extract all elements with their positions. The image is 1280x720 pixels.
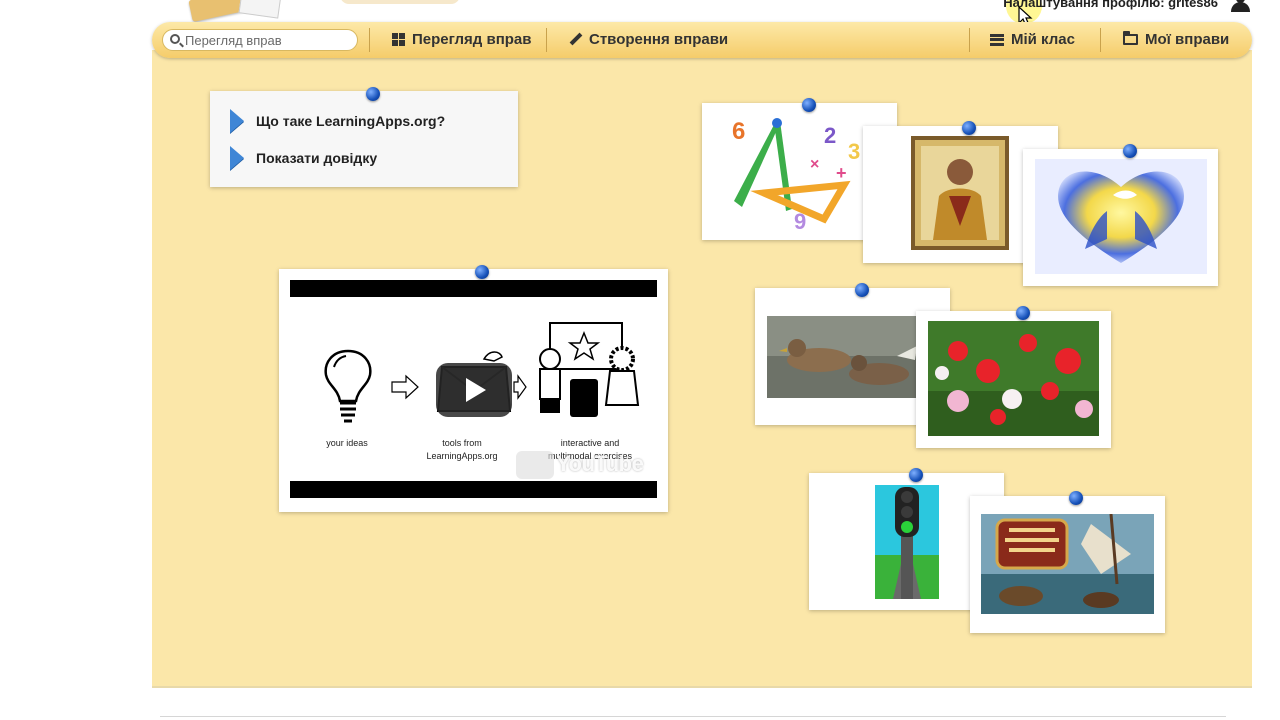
help-box: Що таке LearningApps.org? Показати довід… [210,91,518,187]
nav-divider [1100,28,1101,52]
pencil-icon [569,33,582,46]
nav-divider [969,28,970,52]
video-caption-ideas: your ideas [326,438,368,448]
arrow-right-icon [391,374,419,400]
arrow-right-icon [513,374,527,400]
list-icon [990,33,1004,46]
math-thumb-digit: 2 [824,123,836,148]
video-play-button[interactable] [436,363,512,417]
show-help-link[interactable]: Показати довідку [230,146,377,170]
math-thumb-digit: 6 [732,118,745,145]
math-thumb-digit: 3 [848,139,860,164]
nav-browse-apps[interactable]: Перегляд вправ [392,31,531,48]
search-input[interactable] [185,32,353,48]
arrow-right-icon [230,146,244,170]
learningapps-page: Налаштування профілю: grites86 Перегляд … [0,0,1280,720]
nav-class-label: Мій клас [1011,31,1075,48]
children-screen-icon [539,322,640,417]
nav-my-apps[interactable]: Мої вправи [1123,31,1229,48]
pin-icon [1069,491,1083,505]
user-icon[interactable] [1230,0,1250,12]
pin-icon [909,468,923,482]
nav-create-app[interactable]: Створення вправи [569,31,728,48]
heart-thumbnail [1035,159,1207,274]
geography-thumbnail [981,514,1154,614]
what-is-link[interactable]: Що таке LearningApps.org? [230,109,445,133]
nav-my-class[interactable]: Мій клас [990,31,1075,48]
profile-settings-link[interactable]: Налаштування профілю: grites86 [1003,0,1218,10]
what-is-label: Що таке LearningApps.org? [256,113,446,129]
math-thumb-digit: + [836,163,847,183]
arrow-right-icon [230,109,244,133]
app-card-geography[interactable] [970,496,1165,633]
caption-exercises-line1: interactive and [560,438,620,448]
site-logo[interactable] [170,0,290,22]
video-caption-tools: tools from LearningApps.org [422,437,502,463]
main-navbar: Перегляд вправ Створення вправи Мій клас… [152,22,1252,58]
pin-icon [366,87,380,101]
ducks-thumbnail [767,316,917,398]
search-box [162,29,358,51]
footer-divider [160,716,1226,717]
math-thumb-digit: × [810,156,819,173]
lightbulb-icon [324,349,372,423]
nav-browse-label: Перегляд вправ [412,31,532,48]
intro-video-card: your ideas tools from LearningApps.org i… [279,269,668,512]
math-thumbnail: 6 2 3 9 × + [714,111,884,233]
traffic-light-thumbnail [875,485,939,599]
paper-icon [238,0,282,19]
show-help-label: Показати довідку [256,150,378,166]
pin-icon [962,121,976,135]
nav-my-apps-label: Мої вправи [1145,31,1230,48]
youtube-logo[interactable]: YouTube [556,451,644,477]
nav-divider [546,28,547,52]
pin-icon [855,283,869,297]
nav-divider [369,28,370,52]
grid-icon [392,33,405,46]
caption-tools-line2: LearningApps.org [426,451,498,461]
app-card-flowers[interactable] [916,311,1111,448]
nav-create-label: Створення вправи [589,31,729,48]
logo-title [340,0,460,4]
pin-icon [1123,144,1137,158]
pin-icon [1016,306,1030,320]
folder-open-icon [1123,31,1138,45]
app-card-heart[interactable] [1023,149,1218,286]
flowers-thumbnail [928,321,1099,436]
pin-icon [802,98,816,112]
pin-icon [475,265,489,279]
youtube-icon [516,451,554,479]
search-icon [170,34,180,44]
portrait-thumbnail [911,136,1009,250]
video-player[interactable]: your ideas tools from LearningApps.org i… [290,280,657,498]
caption-tools-line1: tools from [442,438,482,448]
